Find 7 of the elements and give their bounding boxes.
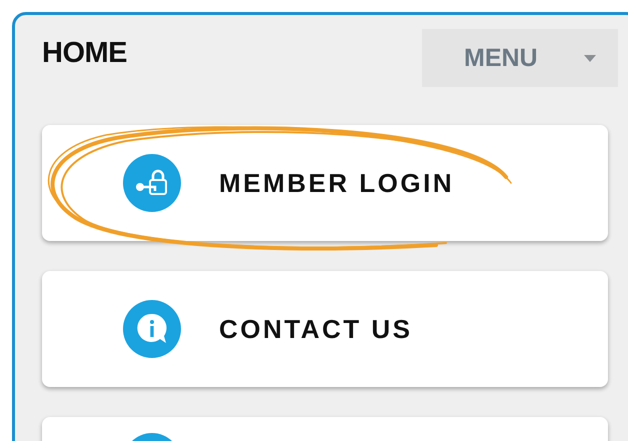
page-title: HOME <box>42 37 127 70</box>
menu-button[interactable]: MENU <box>422 29 618 87</box>
menu-card[interactable]: MEMBER LOGIN <box>42 125 608 241</box>
info-bubble-icon <box>123 300 181 358</box>
key-lock-icon <box>123 154 181 212</box>
menu-card[interactable]: CONTACT US <box>42 271 608 387</box>
caret-icon <box>584 54 596 62</box>
